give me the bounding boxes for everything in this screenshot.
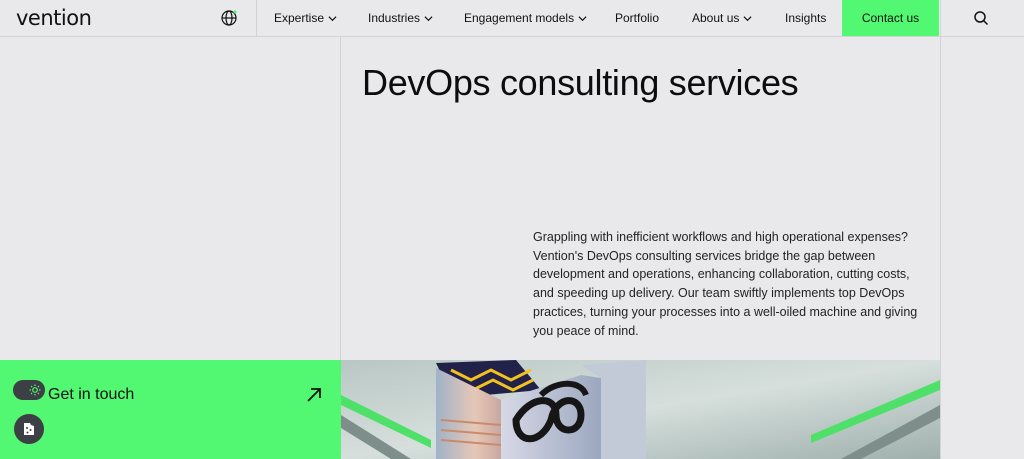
nav-label: About us [692,11,740,25]
nav-about-us[interactable]: About us [692,11,752,25]
nav-label: Industries [368,11,421,25]
chevron-down-icon [743,15,752,21]
arrow-up-right-icon[interactable] [305,386,323,404]
nav-label: Engagement models [464,11,575,25]
nav-label: Expertise [274,11,325,25]
hero-image [341,360,940,459]
logo[interactable]: vention [0,0,200,36]
chevron-down-icon [578,15,587,21]
sun-icon [29,384,41,396]
nav-industries[interactable]: Industries [368,11,433,25]
column-divider [340,37,341,360]
cookie-icon [24,423,34,435]
contact-us-button[interactable]: Contact us [842,0,939,36]
header-divider [940,0,941,37]
theme-toggle[interactable] [13,380,45,400]
toggle-knob [27,382,43,398]
chevron-down-icon [328,15,337,21]
search-icon[interactable] [973,10,989,26]
column-divider [940,37,941,459]
page-title: DevOps consulting services [362,62,799,103]
get-in-touch-label[interactable]: Get in touch [48,386,134,404]
hero-description: Grappling with inefficient workflows and… [533,230,918,338]
globe-icon[interactable] [220,9,238,27]
nav-expertise[interactable]: Expertise [274,11,337,25]
get-in-touch-panel[interactable] [0,360,341,459]
cookie-settings-button[interactable] [14,414,44,444]
chevron-down-icon [424,15,433,21]
nav-insights[interactable]: Insights [785,11,826,25]
nav-label: Insights [785,11,827,25]
nav-label: Portfolio [615,11,660,25]
header-divider [256,0,257,37]
nav-engagement-models[interactable]: Engagement models [464,11,587,25]
nav-portfolio[interactable]: Portfolio [615,11,659,25]
